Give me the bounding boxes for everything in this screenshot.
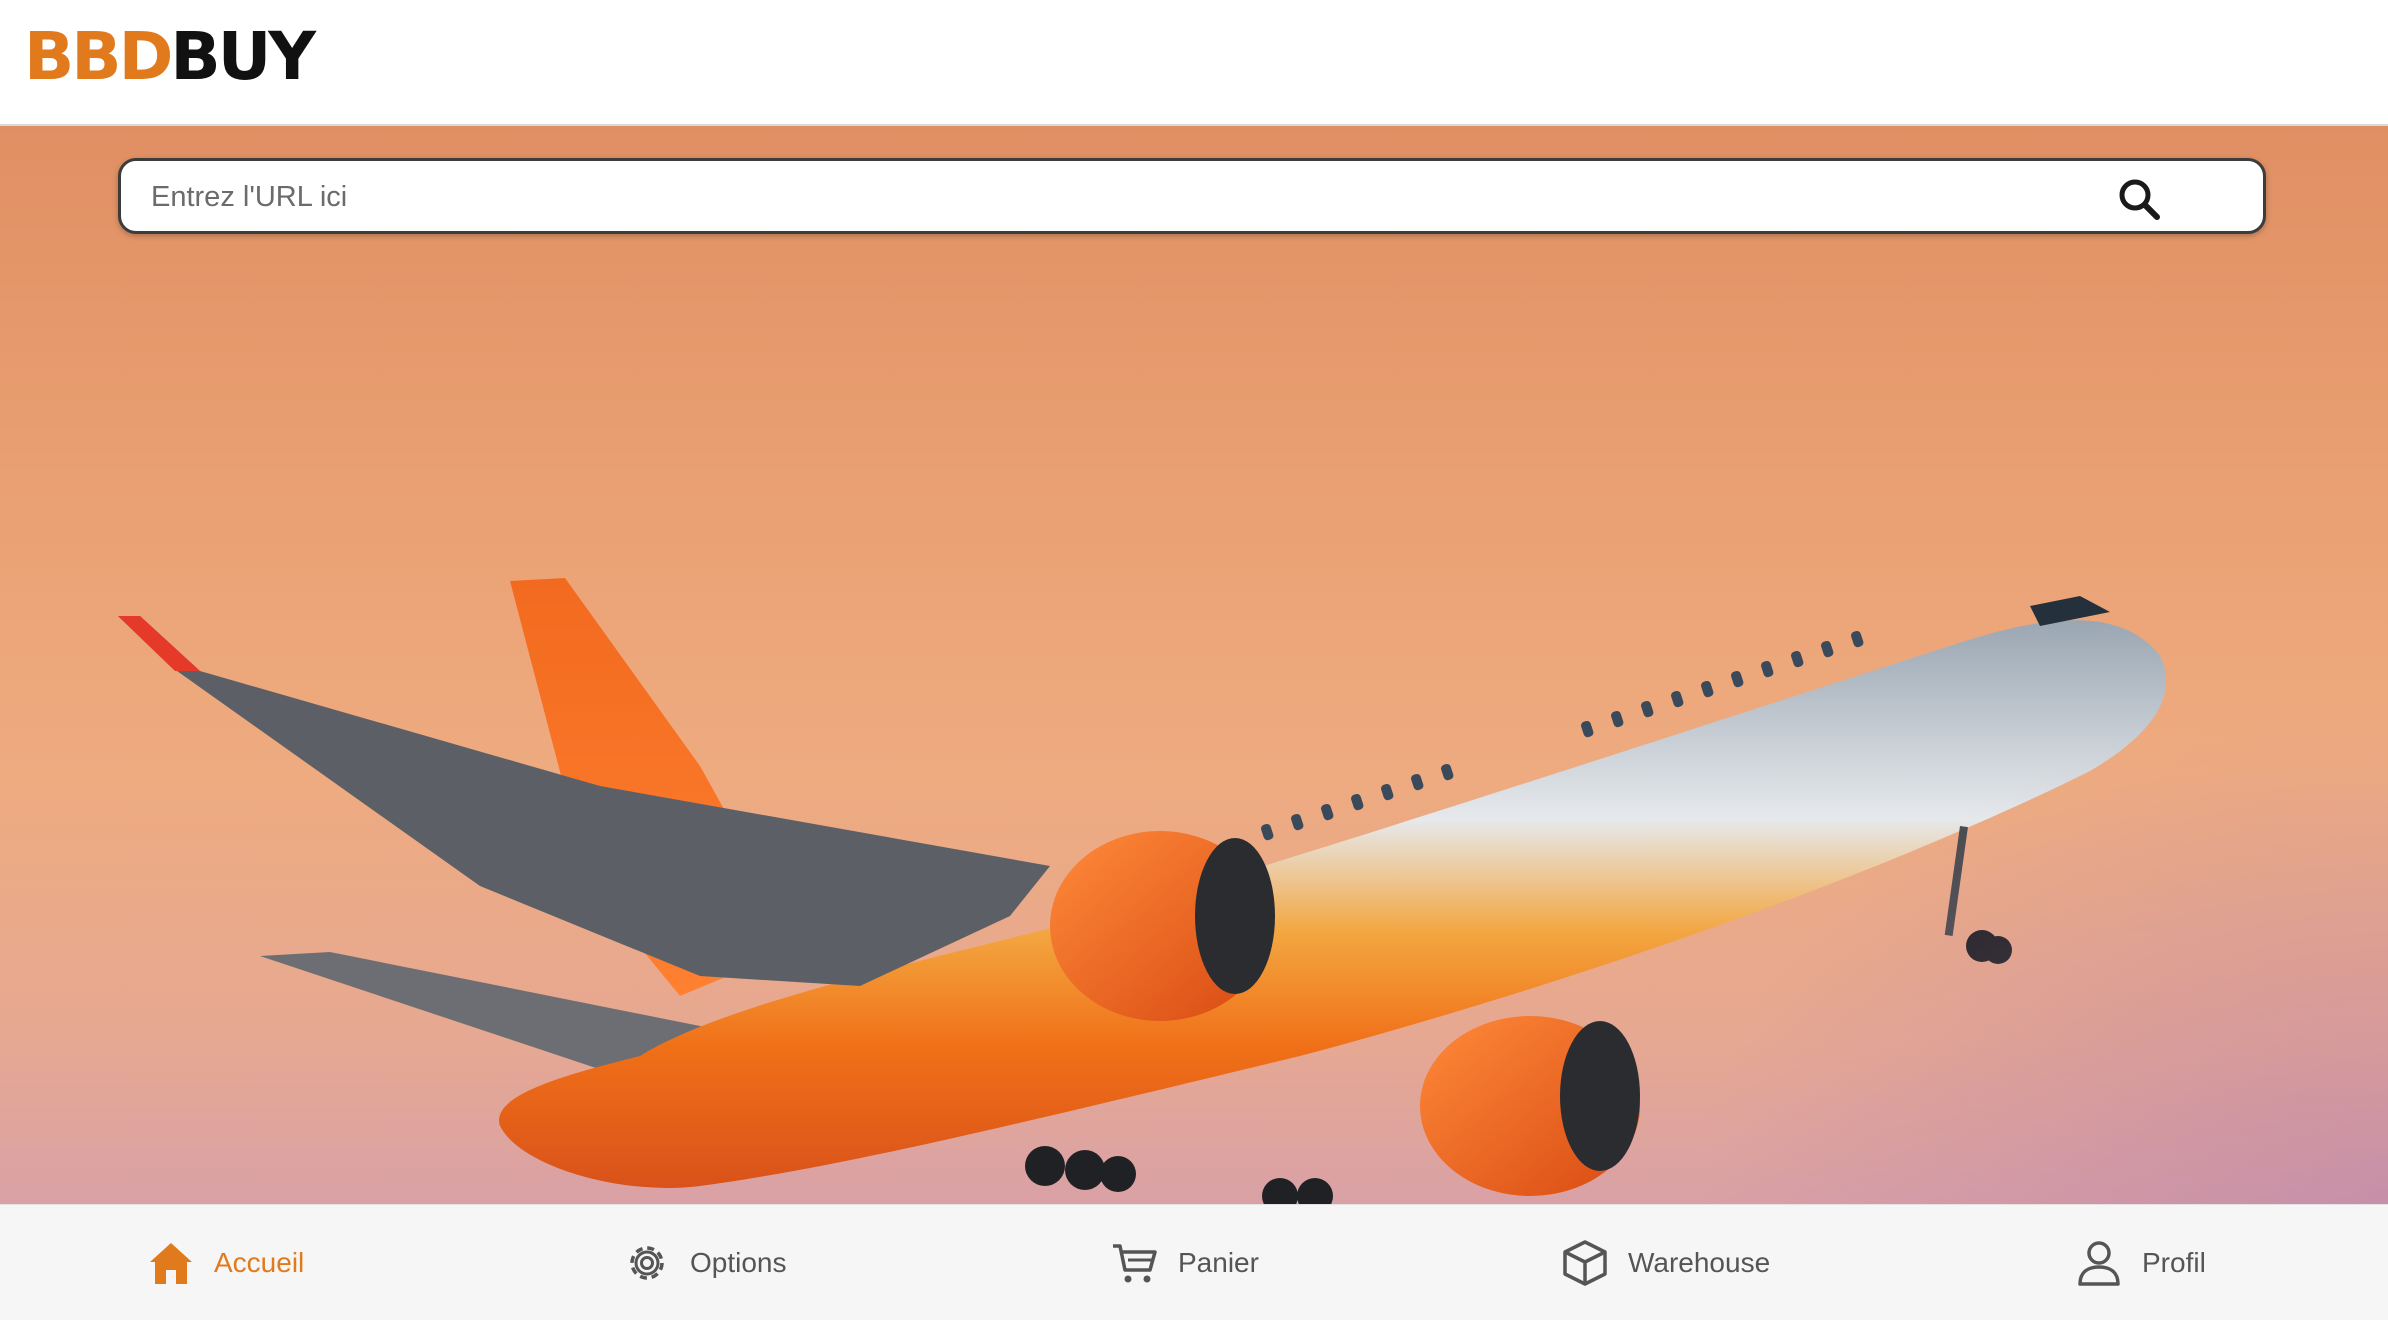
search-icon <box>2119 179 2160 220</box>
hero-airplane-image <box>118 578 2167 1204</box>
gear-icon <box>622 1238 672 1288</box>
user-icon <box>2074 1238 2124 1288</box>
search-button[interactable] <box>2115 175 2163 223</box>
nav-item-panier[interactable]: Panier <box>1110 1235 1259 1291</box>
nav-label-options: Options <box>690 1247 787 1278</box>
nav-label-warehouse: Warehouse <box>1628 1247 1771 1278</box>
url-input[interactable] <box>149 169 2053 225</box>
home-icon <box>146 1238 196 1288</box>
nav-item-accueil[interactable]: Accueil <box>146 1235 304 1291</box>
nav-item-options[interactable]: Options <box>622 1235 787 1291</box>
nav-label-profil: Profil <box>2142 1247 2206 1278</box>
brand-logo[interactable]: BBDBUY <box>24 22 316 92</box>
box-icon <box>1560 1238 1610 1288</box>
url-search-bar <box>118 158 2266 234</box>
app-header: BBDBUY <box>0 0 2388 126</box>
logo-text-bbd: BBD <box>24 18 173 95</box>
nav-item-warehouse[interactable]: Warehouse <box>1560 1235 1770 1291</box>
cart-icon <box>1110 1238 1160 1288</box>
bottom-navigation: Accueil Options Panier Warehouse Profil <box>0 1204 2388 1320</box>
nav-label-accueil: Accueil <box>214 1247 305 1278</box>
logo-text-buy: BUY <box>170 18 316 95</box>
hero-banner <box>0 126 2388 1204</box>
nav-item-profil[interactable]: Profil <box>2074 1235 2206 1291</box>
nav-label-panier: Panier <box>1178 1247 1259 1278</box>
